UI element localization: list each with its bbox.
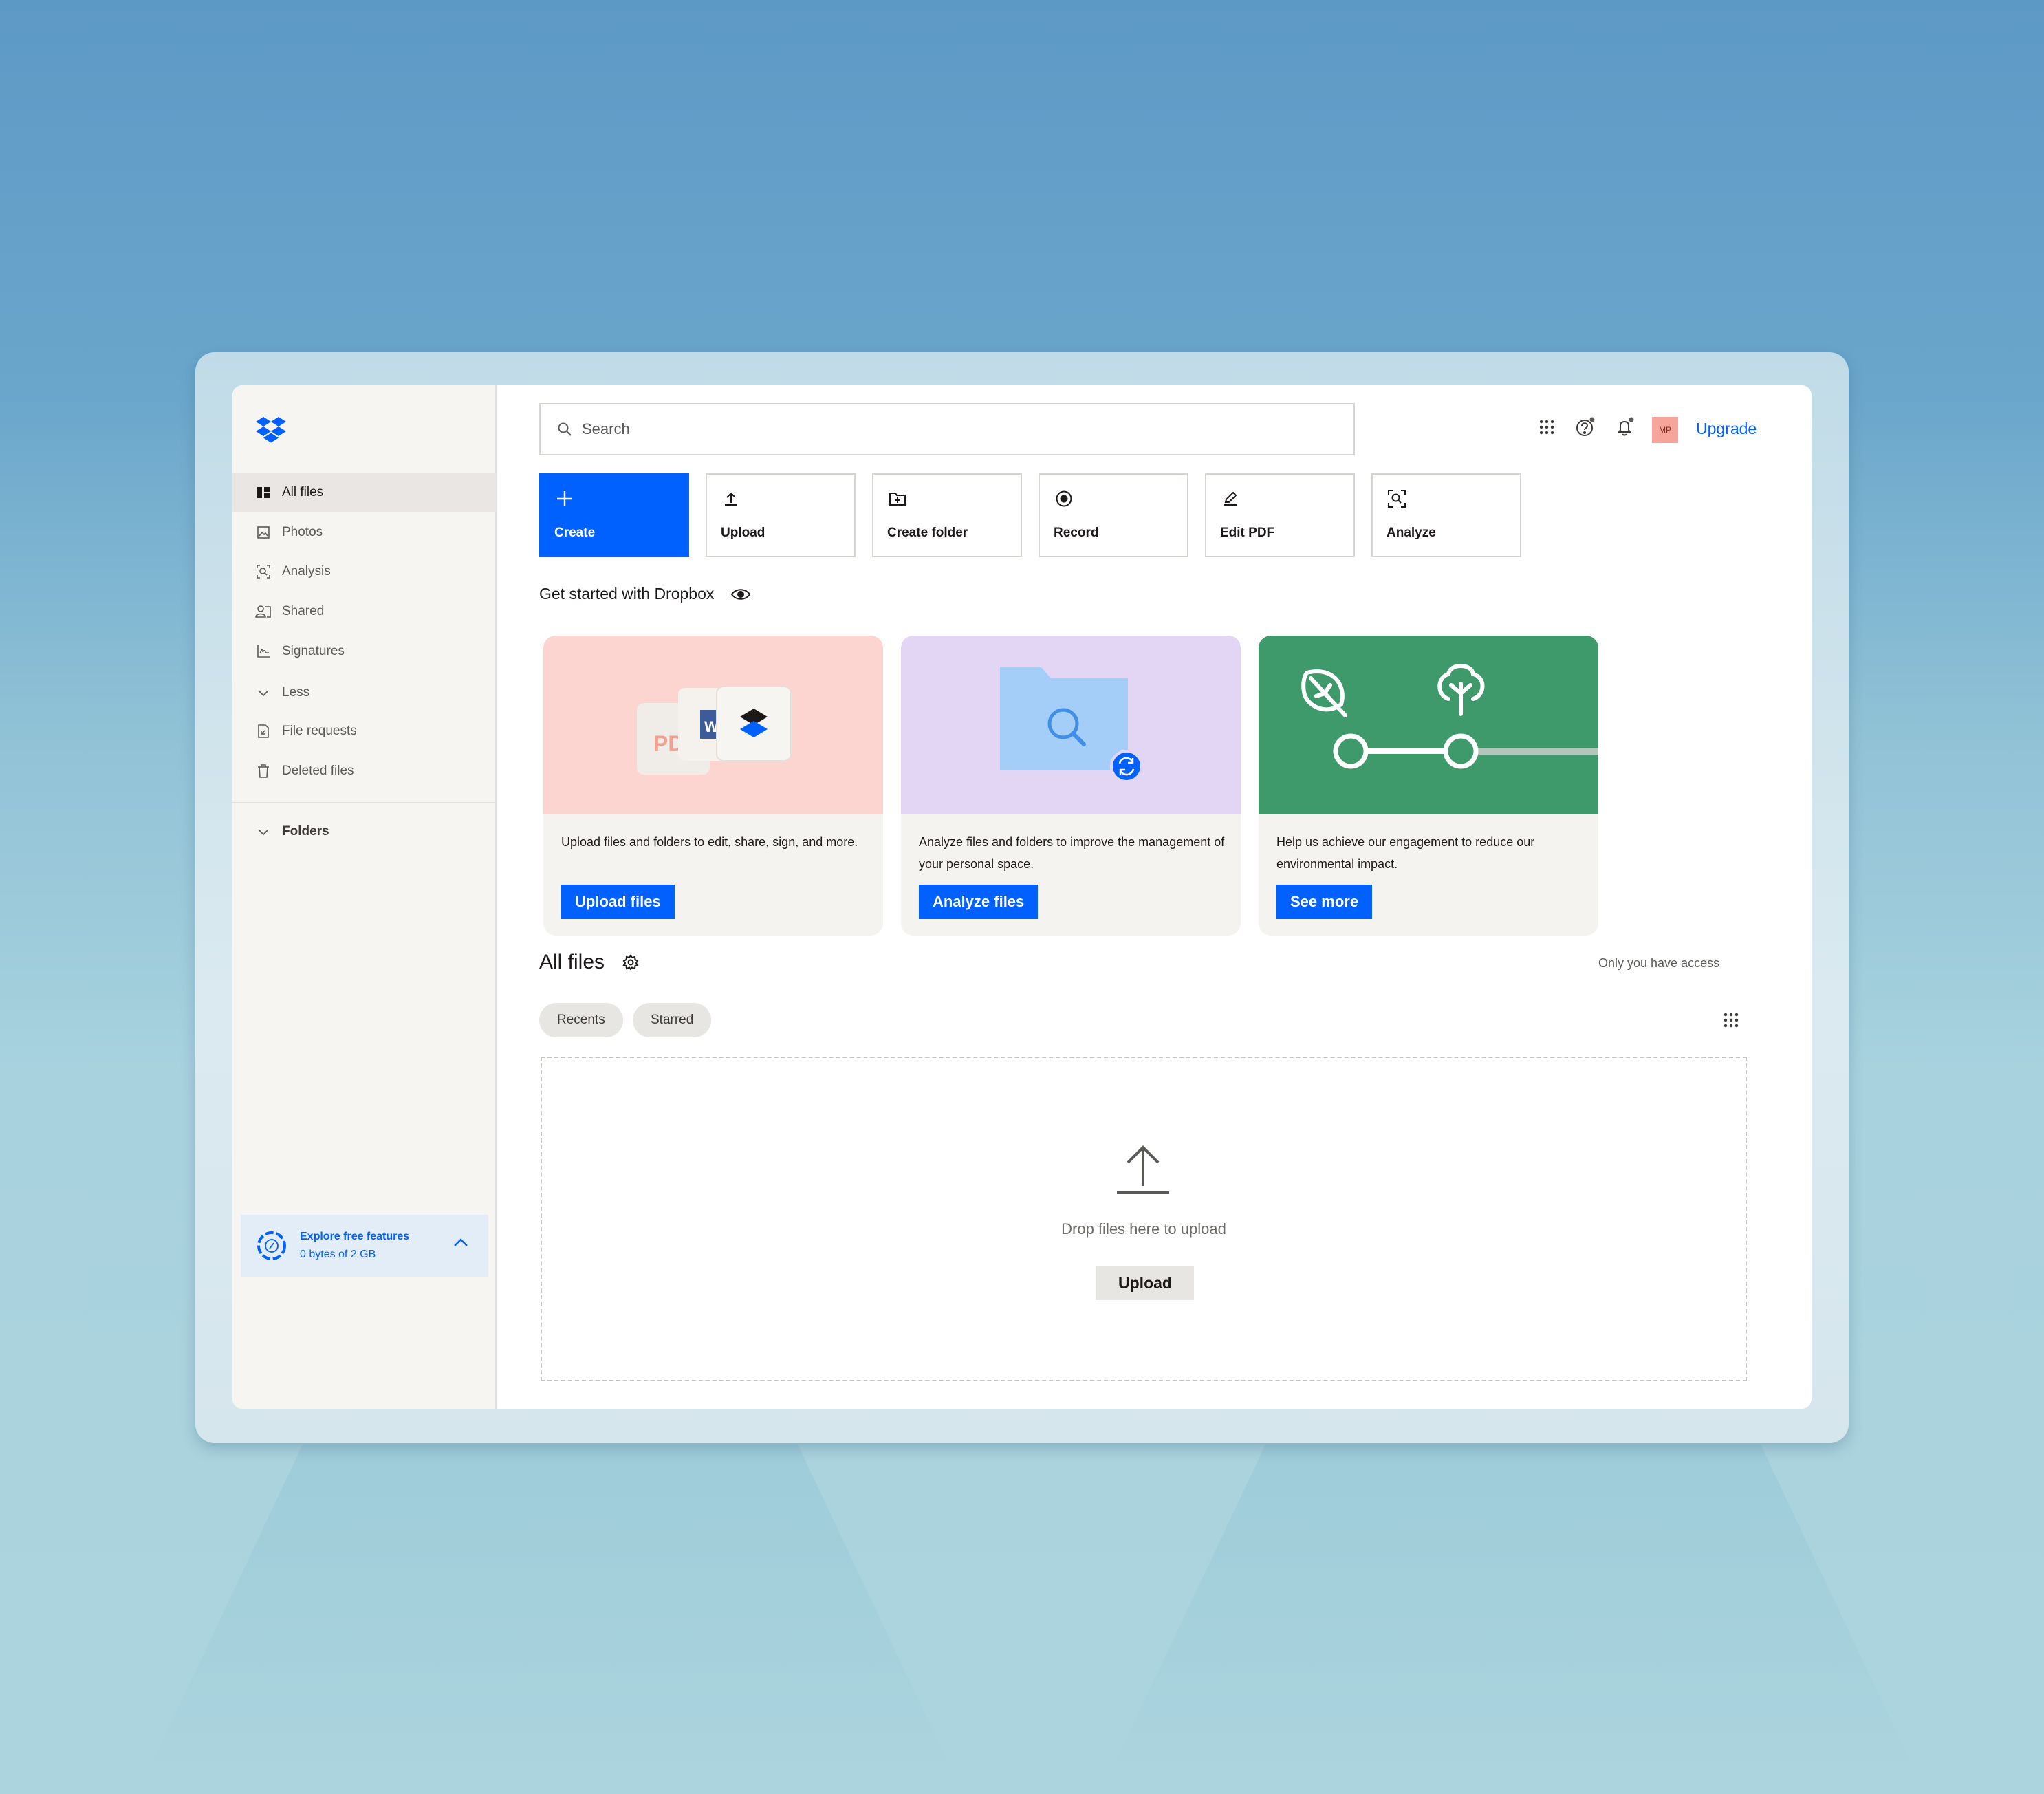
- get-started-heading: Get started with Dropbox: [539, 585, 751, 603]
- all-files-heading: All files: [539, 951, 639, 974]
- action-label: Analyze: [1387, 526, 1436, 540]
- sidebar-item-analysis[interactable]: Analysis: [232, 552, 497, 591]
- card-description: Analyze files and folders to improve the…: [919, 835, 1225, 871]
- action-label: Edit PDF: [1220, 526, 1275, 540]
- action-label: Record: [1054, 526, 1099, 540]
- shared-icon: [254, 603, 272, 620]
- analyze-promo-card: Analyze files and folders to improve the…: [901, 636, 1241, 936]
- storage-ring-icon: [257, 1231, 286, 1260]
- sidebar: All files Photos Analysis Shared Signatu…: [232, 385, 497, 1409]
- sidebar-item-label: Signatures: [282, 644, 345, 658]
- sidebar-item-label: All files: [282, 485, 324, 499]
- storage-usage: 0 bytes of 2 GB: [300, 1249, 376, 1260]
- upload-button[interactable]: Upload: [706, 473, 856, 557]
- all-files-icon: [254, 484, 272, 501]
- create-folder-button[interactable]: Create folder: [872, 473, 1022, 557]
- chevron-down-icon: [254, 684, 272, 702]
- signatures-icon: [254, 642, 272, 660]
- search-icon: [557, 422, 572, 437]
- sidebar-item-label: File requests: [282, 724, 357, 738]
- search-input[interactable]: Search: [539, 403, 1355, 455]
- all-files-title: All files: [539, 951, 605, 973]
- chevron-up-icon[interactable]: [453, 1237, 469, 1248]
- create-folder-icon: [887, 488, 908, 509]
- access-note: Only you have access: [1598, 956, 1720, 970]
- file-types-illustration: PD W: [543, 636, 883, 814]
- trash-icon: [254, 762, 272, 780]
- app-window: All files Photos Analysis Shared Signatu…: [232, 385, 1812, 1409]
- card-description: Upload files and folders to edit, share,…: [561, 835, 858, 849]
- eye-icon[interactable]: [730, 587, 751, 601]
- dropzone-upload-button[interactable]: Upload: [1096, 1266, 1194, 1300]
- upload-files-button[interactable]: Upload files: [561, 885, 675, 919]
- upload-dropzone[interactable]: Drop files here to upload Upload: [541, 1057, 1747, 1381]
- file-requests-icon: [254, 722, 272, 740]
- sidebar-item-photos[interactable]: Photos: [232, 513, 497, 552]
- upload-promo-card: PD W Upload files and folders to edit, s…: [543, 636, 883, 936]
- sidebar-item-label: Photos: [282, 525, 323, 539]
- sidebar-item-deleted-files[interactable]: Deleted files: [232, 752, 497, 790]
- sidebar-divider: [232, 802, 497, 803]
- tab-starred[interactable]: Starred: [633, 1003, 712, 1037]
- sidebar-item-label: Deleted files: [282, 764, 354, 778]
- upgrade-link[interactable]: Upgrade: [1696, 420, 1757, 438]
- apps-grid-icon[interactable]: [1535, 415, 1558, 439]
- avatar[interactable]: MP: [1652, 417, 1678, 443]
- card-description: Help us achieve our engagement to reduce…: [1276, 835, 1535, 871]
- analyze-icon: [1387, 488, 1407, 509]
- record-icon: [1054, 488, 1074, 509]
- tab-recents[interactable]: Recents: [539, 1003, 623, 1037]
- dropzone-text: Drop files here to upload: [1061, 1220, 1226, 1238]
- dropbox-logo[interactable]: [256, 417, 286, 443]
- pencil-icon: [1220, 488, 1241, 509]
- create-button[interactable]: Create: [539, 473, 689, 557]
- folders-label: Folders: [282, 824, 329, 839]
- sidebar-item-signatures[interactable]: Signatures: [232, 632, 497, 671]
- upload-icon: [721, 488, 741, 509]
- photos-icon: [254, 523, 272, 541]
- upload-arrow-icon: [1117, 1145, 1169, 1194]
- notifications-bell-icon[interactable]: [1613, 415, 1637, 439]
- record-button[interactable]: Record: [1039, 473, 1188, 557]
- analyze-files-button[interactable]: Analyze files: [919, 885, 1039, 919]
- sidebar-item-all-files[interactable]: All files: [232, 473, 497, 512]
- background-glow-left: [138, 1445, 963, 1794]
- analysis-icon: [254, 563, 272, 581]
- see-more-button[interactable]: See more: [1276, 885, 1373, 919]
- sidebar-item-label: Shared: [282, 604, 325, 618]
- environment-promo-card: Help us achieve our engagement to reduce…: [1259, 636, 1598, 936]
- action-label: Create: [554, 526, 596, 540]
- help-icon[interactable]: [1574, 415, 1597, 439]
- grid-view-icon[interactable]: [1721, 1010, 1741, 1030]
- action-label: Create folder: [887, 526, 968, 540]
- folder-search-illustration: [901, 636, 1241, 814]
- analyze-button[interactable]: Analyze: [1371, 473, 1521, 557]
- background-glow-right: [1100, 1445, 1926, 1794]
- action-label: Upload: [721, 526, 765, 540]
- eco-progress-illustration: [1259, 636, 1598, 814]
- get-started-title: Get started with Dropbox: [539, 585, 715, 603]
- explore-title: Explore free features: [300, 1231, 410, 1242]
- edit-pdf-button[interactable]: Edit PDF: [1205, 473, 1355, 557]
- search-placeholder: Search: [582, 420, 630, 437]
- gear-icon[interactable]: [622, 954, 639, 971]
- sidebar-item-label: Analysis: [282, 564, 331, 579]
- chevron-down-icon: [254, 823, 272, 841]
- plus-icon: [554, 488, 575, 509]
- sidebar-item-file-requests[interactable]: File requests: [232, 712, 497, 750]
- explore-free-features-panel[interactable]: Explore free features 0 bytes of 2 GB: [241, 1215, 488, 1277]
- sidebar-item-shared[interactable]: Shared: [232, 592, 497, 631]
- sidebar-item-label: Less: [282, 685, 310, 700]
- sidebar-item-less[interactable]: Less: [232, 673, 497, 712]
- folders-toggle[interactable]: Folders: [254, 823, 329, 841]
